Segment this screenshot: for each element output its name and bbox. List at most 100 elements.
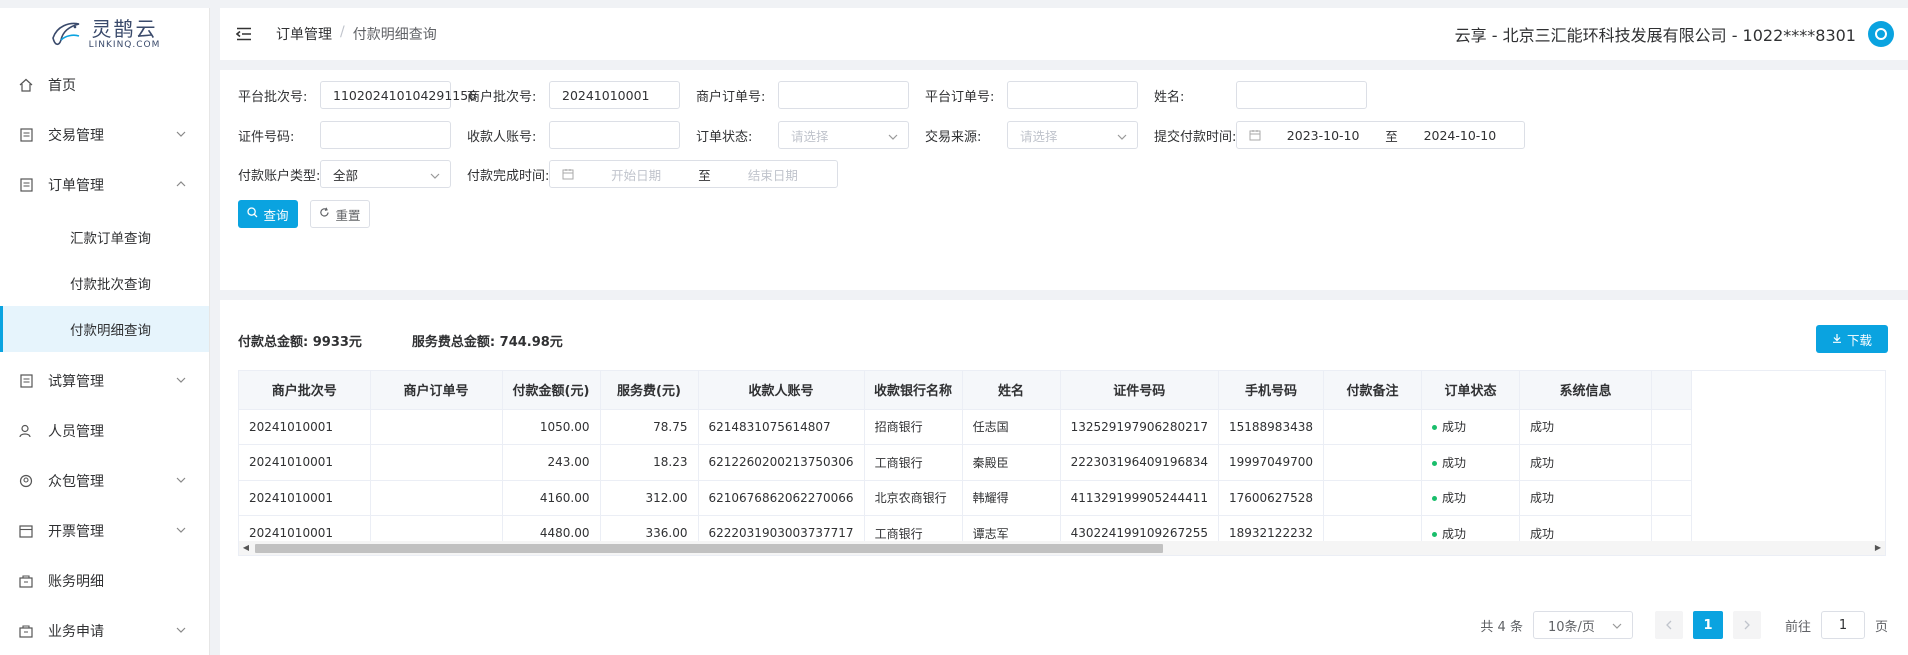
reset-button[interactable]: 重置 — [310, 200, 370, 228]
col-phone: 手机号码 — [1218, 371, 1324, 410]
cell-remark — [1323, 444, 1422, 481]
sidebar: 灵鹊云 LINKINQ.COM 首页 交易管理 订单管理 汇款订单查询 付款批次… — [0, 8, 210, 655]
cell-bank-name: 北京农商银行 — [864, 480, 963, 516]
page-number-current[interactable]: 1 — [1692, 611, 1723, 639]
summary-totals: 付款总金额: 9933元 服务费总金额: 744.98元 — [238, 331, 563, 350]
id-number-input[interactable] — [320, 121, 451, 149]
scroll-left-arrow-icon[interactable]: ◀ — [241, 543, 251, 553]
finish-time-label: 付款完成时间: — [467, 169, 550, 184]
sidebar-item-label: 付款批次查询 — [70, 277, 151, 293]
cell-overflow — [1651, 409, 1692, 445]
name-input[interactable] — [1236, 81, 1367, 109]
search-button[interactable]: 查询 — [238, 200, 298, 228]
sidebar-item-batch-query[interactable]: 付款批次查询 — [0, 260, 209, 306]
cell-system-info: 成功 — [1519, 409, 1652, 445]
chevron-down-icon — [430, 169, 440, 179]
pagination-total: 共 4 条 — [1480, 619, 1523, 635]
col-id-number: 证件号码 — [1060, 371, 1220, 410]
cell-service-fee: 18.23 — [600, 444, 699, 481]
cell-merchant-order — [370, 409, 503, 445]
table-row[interactable]: 20241010001 4160.00 312.00 6210676862062… — [239, 480, 1692, 516]
status-dot-icon — [1431, 425, 1437, 431]
sidebar-item-crowdsource[interactable]: 众包管理 — [0, 456, 209, 506]
sidebar-item-label: 试算管理 — [48, 374, 104, 390]
chevron-down-icon — [175, 474, 187, 486]
prev-page-button[interactable] — [1654, 611, 1683, 639]
col-system-info: 系统信息 — [1519, 371, 1652, 410]
account-type-select[interactable]: 全部 — [320, 160, 451, 188]
sidebar-item-business-apply[interactable]: 业务申请 — [0, 606, 209, 655]
scrollbar-thumb[interactable] — [255, 544, 1163, 553]
results-table: 商户批次号 商户订单号 付款金额(元) 服务费(元) 收款人账号 收款银行名称 … — [239, 371, 1692, 552]
cell-merchant-batch: 20241010001 — [239, 444, 371, 481]
finish-start-date[interactable]: 开始日期 — [584, 165, 688, 184]
cell-service-fee: 78.75 — [600, 409, 699, 445]
page-suffix: 页 — [1874, 619, 1888, 635]
sidebar-item-home[interactable]: 首页 — [0, 60, 209, 110]
sidebar-item-personnel[interactable]: 人员管理 — [0, 406, 209, 456]
breadcrumb-current: 付款明细查询 — [352, 27, 437, 43]
sidebar-item-remit-orders[interactable]: 汇款订单查询 — [0, 214, 209, 260]
cell-remark — [1323, 480, 1422, 516]
order-status-select[interactable]: 请选择 — [778, 121, 909, 149]
name-label: 姓名: — [1154, 90, 1185, 105]
status-dot-icon — [1431, 496, 1437, 502]
sidebar-item-ledger[interactable]: 账务明细 — [0, 556, 209, 606]
breadcrumb-orders[interactable]: 订单管理 — [276, 24, 332, 44]
source-select[interactable]: 请选择 — [1007, 121, 1138, 149]
download-button[interactable]: 下载 — [1816, 325, 1888, 353]
horizontal-scrollbar[interactable]: ◀ ▶ — [239, 541, 1885, 555]
sidebar-item-orders[interactable]: 订单管理 — [0, 160, 209, 210]
chevron-down-icon — [175, 374, 187, 386]
sidebar-item-trial-calc[interactable]: 试算管理 — [0, 356, 209, 406]
platform-order-input[interactable] — [1007, 81, 1138, 109]
brand-logo[interactable]: 灵鹊云 LINKINQ.COM — [0, 8, 209, 60]
merchant-batch-input[interactable]: 20241010001 — [549, 81, 680, 109]
total-amount: 付款总金额: 9933元 — [238, 335, 362, 350]
cell-merchant-order — [370, 444, 503, 481]
app-root: 灵鹊云 LINKINQ.COM 首页 交易管理 订单管理 汇款订单查询 付款批次… — [0, 0, 1908, 655]
finish-time-range[interactable]: 开始日期 至 结束日期 — [549, 160, 838, 188]
col-bank-name: 收款银行名称 — [864, 371, 963, 410]
cell-merchant-batch: 20241010001 — [239, 409, 371, 445]
account-company-name[interactable]: 云享 - 北京三汇能环科技发展有限公司 - 1022****8301 — [1455, 22, 1856, 46]
table-row[interactable]: 20241010001 243.00 18.23 621226020021375… — [239, 444, 1692, 481]
cell-bank-name: 工商银行 — [864, 444, 963, 481]
col-payee-account: 收款人账号 — [698, 371, 865, 410]
source-label: 交易来源: — [925, 130, 982, 145]
payee-account-input[interactable] — [549, 121, 680, 149]
sidebar-item-invoicing[interactable]: 开票管理 — [0, 506, 209, 556]
sidebar-item-label: 付款明细查询 — [70, 323, 151, 339]
document-icon — [18, 127, 34, 143]
cell-id-number: 132529197906280217 — [1060, 409, 1220, 445]
account-type-label: 付款账户类型: — [238, 169, 321, 184]
sidebar-item-detail-query[interactable]: 付款明细查询 — [0, 306, 209, 352]
platform-batch-input[interactable]: 110202410104291156 — [320, 81, 476, 109]
cell-payee-account: 6214831075614807 — [698, 409, 865, 445]
merchant-order-input[interactable] — [778, 81, 909, 109]
submit-time-range[interactable]: 2023-10-10 至 2024-10-10 — [1236, 121, 1525, 149]
sidebar-item-label: 订单管理 — [48, 178, 104, 194]
col-overflow — [1651, 371, 1692, 410]
table-row[interactable]: 20241010001 1050.00 78.75 62148310756148… — [239, 409, 1692, 445]
service-fee-total: 服务费总金额: 744.98元 — [411, 335, 563, 350]
col-pay-amount: 付款金额(元) — [502, 371, 601, 410]
calendar-icon — [1249, 129, 1261, 141]
page-size-select[interactable]: 10条/页 — [1532, 611, 1633, 639]
menu-fold-icon[interactable] — [235, 27, 254, 41]
id-number-label: 证件号码: — [238, 130, 295, 145]
order-status-placeholder: 请选择 — [791, 128, 829, 144]
submit-end-date[interactable]: 2024-10-10 — [1408, 128, 1512, 143]
cell-service-fee: 312.00 — [600, 480, 699, 516]
next-page-button[interactable] — [1732, 611, 1761, 639]
breadcrumb: 订单管理 / 付款明细查询 — [276, 24, 437, 44]
finish-end-date[interactable]: 结束日期 — [721, 165, 825, 184]
avatar[interactable] — [1868, 21, 1894, 47]
results-panel: 付款总金额: 9933元 服务费总金额: 744.98元 下载 商户批次号 商户… — [220, 300, 1908, 655]
goto-page-input[interactable]: 1 — [1820, 611, 1865, 639]
sidebar-item-label: 账务明细 — [48, 574, 104, 590]
submit-start-date[interactable]: 2023-10-10 — [1271, 128, 1375, 143]
status-text: 成功 — [1441, 526, 1466, 541]
scroll-right-arrow-icon[interactable]: ▶ — [1873, 543, 1883, 553]
sidebar-item-trade[interactable]: 交易管理 — [0, 110, 209, 160]
